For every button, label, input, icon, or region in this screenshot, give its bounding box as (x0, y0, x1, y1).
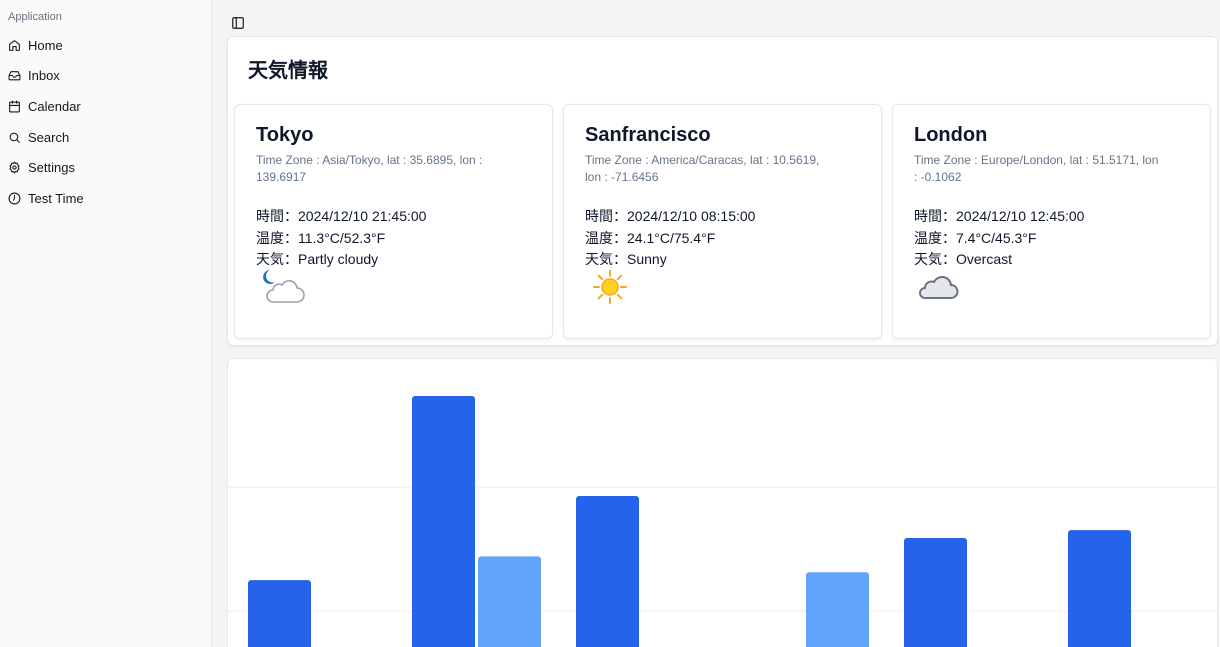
partly-cloudy-night-icon (263, 270, 305, 303)
sidebar-item-label: Calendar (28, 98, 81, 114)
time-key: 時間： (256, 209, 298, 225)
chart-bar-series-1-1 (248, 580, 311, 647)
time-row: 時間：2024/12/10 08:15:00 (585, 206, 755, 228)
weather-key: 天気： (256, 252, 298, 268)
temperature-row: 温度：7.4°C/45.3°F (914, 228, 1084, 250)
weather-value: Sunny (627, 251, 667, 267)
time-key: 時間： (585, 209, 627, 225)
temperature-row: 温度：24.1°C/75.4°F (585, 228, 755, 250)
timezone-info: Time Zone : America/Caracas, lat : 10.56… (585, 153, 820, 184)
sidebar-item-home[interactable]: Home (0, 30, 211, 61)
time-row: 時間：2024/12/10 12:45:00 (914, 206, 1084, 228)
sunny-icon (593, 270, 627, 304)
weather-card-tokyo: Tokyo Time Zone : Asia/Tokyo, lat : 35.6… (234, 104, 553, 339)
sidebar-item-settings[interactable]: Settings (0, 152, 211, 183)
weather-card-sanfrancisco: Sanfrancisco Time Zone : America/Caracas… (563, 104, 882, 339)
temperature-row: 温度：11.3°C/52.3°F (256, 228, 426, 250)
page-title: 天気情報 (248, 58, 328, 82)
clock-icon (8, 192, 21, 205)
weather-key: 天気： (585, 252, 627, 268)
sidebar-item-test-time[interactable]: Test Time (0, 183, 211, 214)
weather-value: Overcast (956, 251, 1013, 267)
sidebar-item-label: Inbox (28, 68, 60, 84)
sidebar: Application Home Inbox Calendar Search S… (0, 0, 212, 647)
temperature-key: 温度： (914, 230, 956, 247)
settings-icon (9, 161, 20, 174)
bar-chart (228, 396, 1217, 647)
timezone-info: Time Zone : Europe/London, lat : 51.5171… (914, 153, 1159, 184)
chart-bar-series-1-3 (576, 495, 639, 647)
weather-panel: 天気情報 Tokyo Time Zone : Asia/Tokyo, lat :… (227, 36, 1218, 346)
chart-bar-series-1-2 (412, 396, 475, 647)
city-name: Tokyo (256, 124, 314, 146)
time-value: 2024/12/10 12:45:00 (956, 208, 1085, 224)
sidebar-item-label: Home (28, 37, 63, 53)
weather-info: 時間：2024/12/10 12:45:00 温度：7.4°C/45.3°F 天… (914, 206, 1084, 271)
sidebar-item-label: Settings (28, 160, 75, 176)
weather-chart (227, 358, 1218, 647)
temperature-value: 24.1°C/75.4°F (627, 229, 716, 246)
sidebar-toggle-icon (232, 17, 244, 29)
temperature-key: 温度： (256, 230, 298, 247)
time-value: 2024/12/10 21:45:00 (298, 208, 427, 224)
sidebar-toggle-button[interactable] (230, 15, 246, 31)
main-content: 天気情報 Tokyo Time Zone : Asia/Tokyo, lat :… (212, 0, 1220, 647)
sidebar-item-calendar[interactable]: Calendar (0, 91, 211, 122)
weather-value: Partly cloudy (298, 251, 379, 267)
calendar-icon (9, 100, 20, 113)
temperature-value: 11.3°C/52.3°F (298, 229, 386, 246)
timezone-info: Time Zone : Asia/Tokyo, lat : 35.6895, l… (256, 153, 483, 184)
city-name: Sanfrancisco (585, 124, 711, 146)
sidebar-item-search[interactable]: Search (0, 122, 211, 153)
weather-info: 時間：2024/12/10 21:45:00 温度：11.3°C/52.3°F … (256, 206, 426, 271)
inbox-icon (8, 71, 21, 81)
temperature-key: 温度： (585, 230, 627, 247)
sidebar-nav: Home Inbox Calendar Search Settings Test… (0, 30, 211, 214)
sidebar-item-label: Search (28, 129, 70, 145)
overcast-icon (919, 276, 959, 299)
weather-card-london: London Time Zone : Europe/London, lat : … (892, 104, 1211, 339)
chart-bar-series-2-2 (478, 556, 541, 647)
chart-bar-series-1-6 (1068, 530, 1131, 647)
temperature-value: 7.4°C/45.3°F (956, 229, 1037, 246)
sidebar-item-inbox[interactable]: Inbox (0, 61, 211, 92)
city-name: London (914, 124, 988, 146)
search-icon (9, 132, 20, 143)
sidebar-item-label: Test Time (28, 190, 84, 206)
time-value: 2024/12/10 08:15:00 (627, 208, 756, 224)
home-icon (9, 39, 20, 51)
weather-key: 天気： (914, 252, 956, 268)
sidebar-group-label: Application (8, 11, 62, 23)
time-key: 時間： (914, 209, 956, 225)
chart-bar-series-2-4 (806, 572, 869, 647)
chart-bar-series-1-5 (904, 538, 967, 647)
time-row: 時間：2024/12/10 21:45:00 (256, 206, 426, 228)
weather-info: 時間：2024/12/10 08:15:00 温度：24.1°C/75.4°F … (585, 206, 755, 271)
